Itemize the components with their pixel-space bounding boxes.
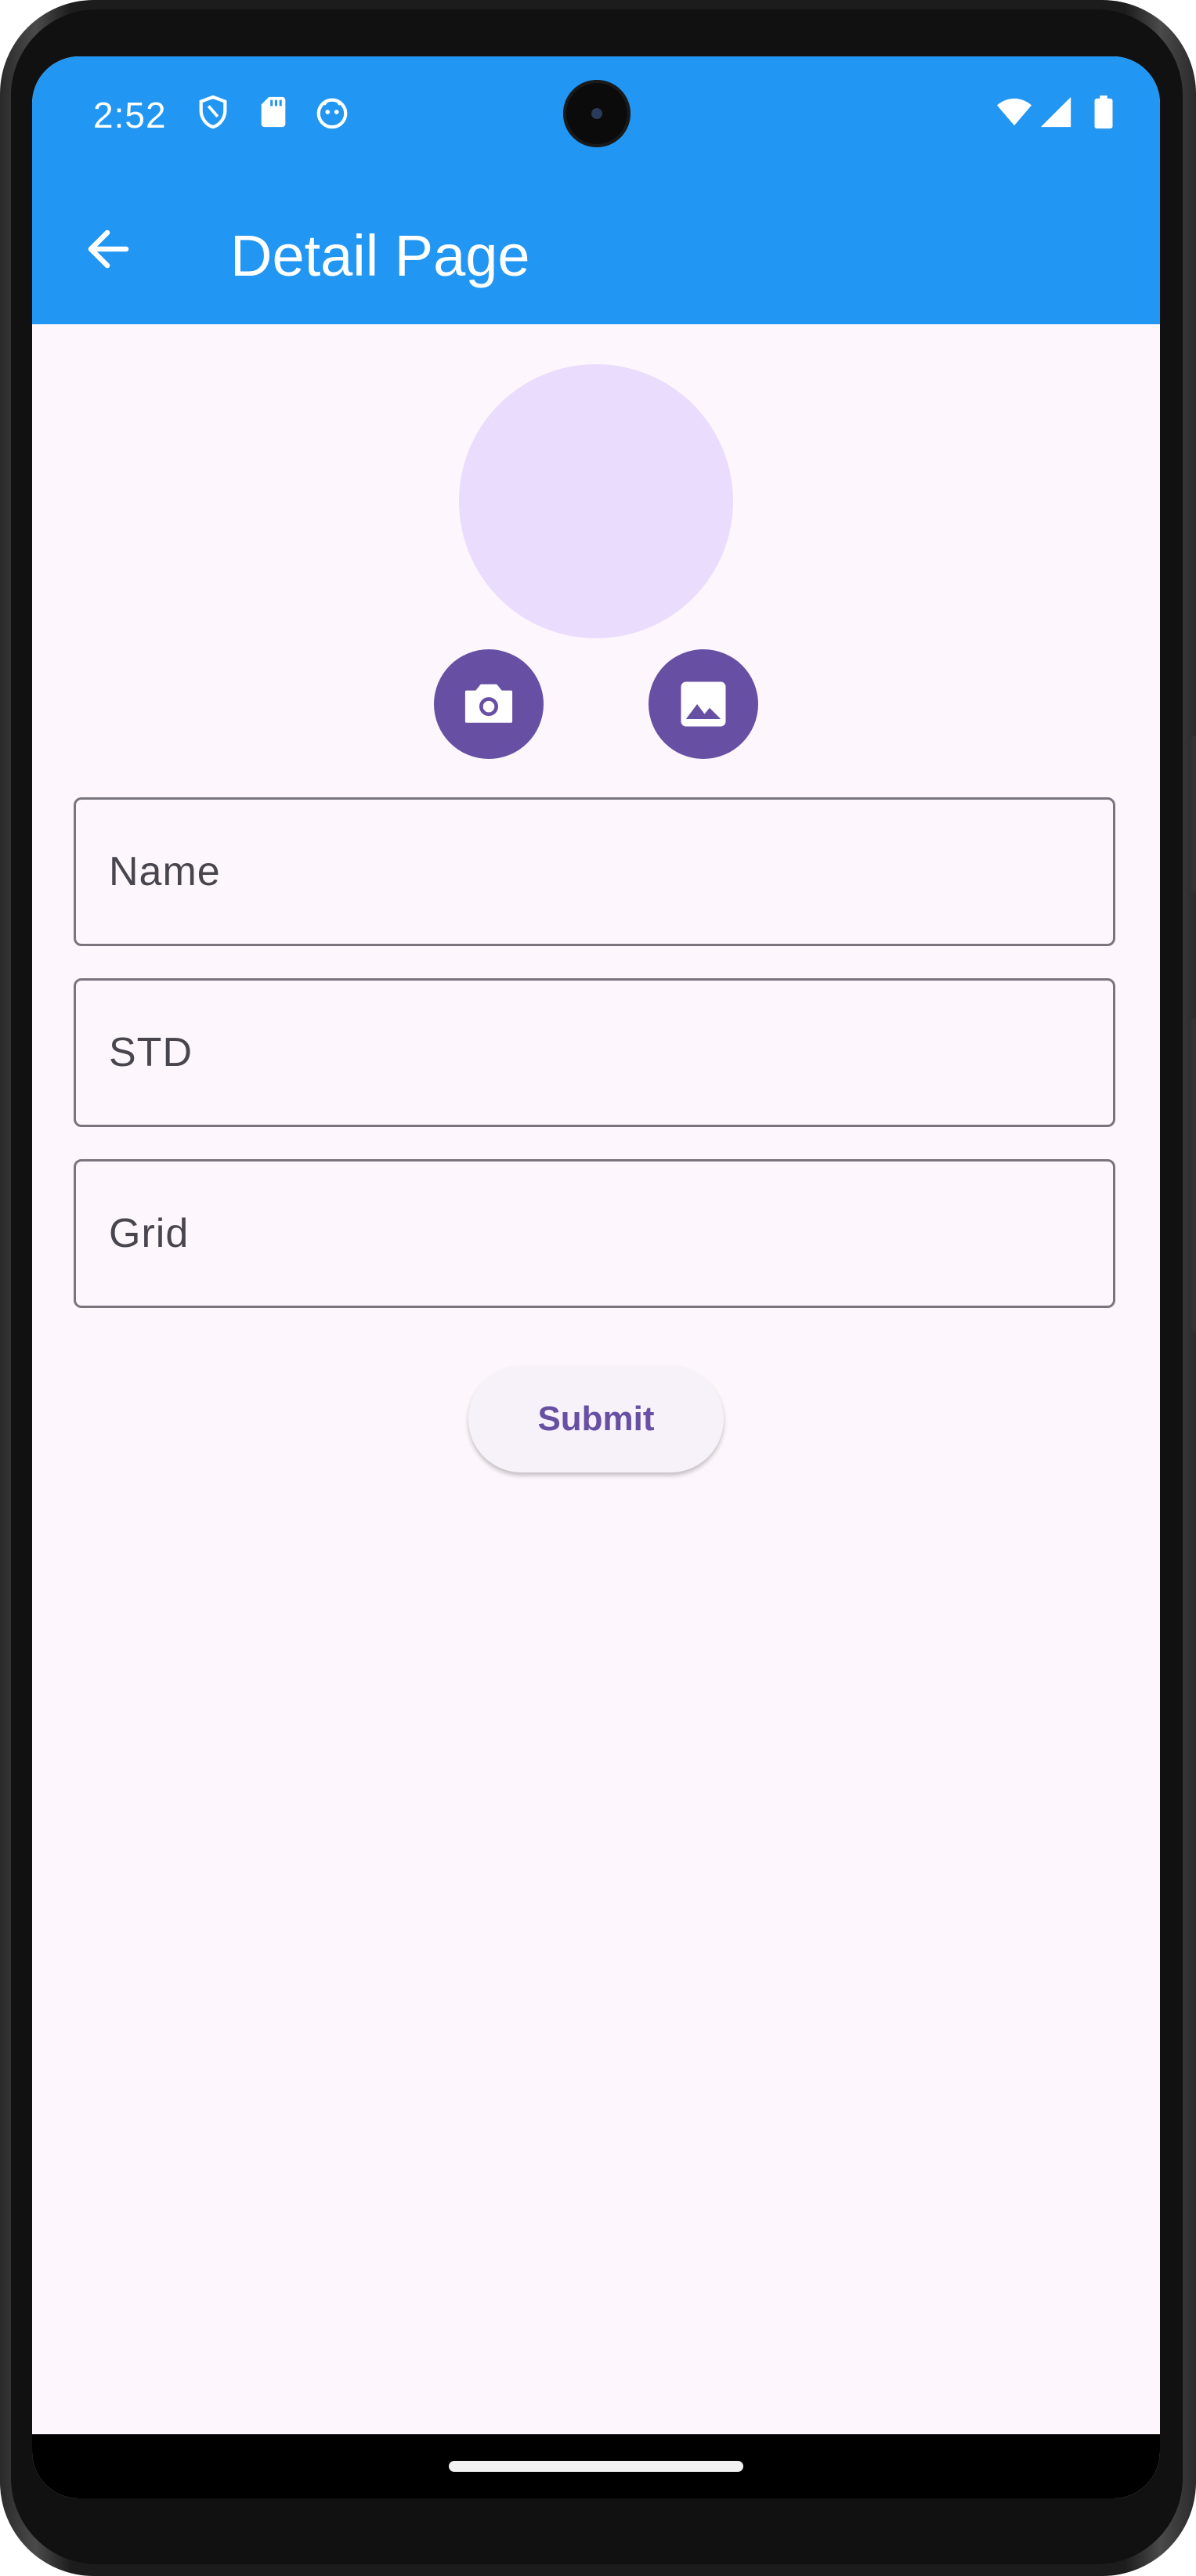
wifi-icon — [996, 98, 1032, 126]
front-camera — [563, 80, 631, 147]
grid-field-label: Grid — [109, 1211, 190, 1256]
sd-card-icon — [261, 96, 286, 128]
toolbar: Detail Page — [32, 174, 1160, 324]
camera-icon — [464, 684, 513, 723]
profile-avatar — [459, 364, 733, 638]
name-field-label: Name — [109, 849, 221, 894]
shield-icon — [199, 95, 227, 129]
arrow-back-icon[interactable] — [79, 221, 135, 277]
battery-icon — [1094, 95, 1113, 129]
status-time: 2:52 — [93, 95, 167, 135]
gallery-button[interactable] — [649, 649, 758, 759]
android-debug-icon — [316, 98, 348, 129]
std-field[interactable]: STD — [74, 978, 1115, 1127]
volume-button — [1191, 1018, 1196, 1331]
name-field[interactable]: Name — [74, 797, 1115, 946]
signal-icon — [1040, 96, 1071, 128]
phone-frame: 2:52 Detail Page Name STD Grid Submit — [0, 0, 1196, 2576]
status-bar: 2:52 — [32, 56, 1160, 174]
page-title: Detail Page — [230, 223, 530, 288]
grid-field[interactable]: Grid — [74, 1159, 1115, 1308]
submit-button-label: Submit — [537, 1400, 655, 1438]
std-field-label: STD — [109, 1030, 193, 1075]
screen: 2:52 Detail Page Name STD Grid Submit — [32, 56, 1160, 2498]
camera-button[interactable] — [434, 649, 544, 759]
submit-button[interactable]: Submit — [468, 1366, 724, 1472]
home-gesture-handle[interactable] — [449, 2461, 743, 2472]
app-bar: 2:52 Detail Page — [32, 56, 1160, 324]
image-icon — [681, 681, 726, 727]
power-button — [1191, 736, 1196, 893]
